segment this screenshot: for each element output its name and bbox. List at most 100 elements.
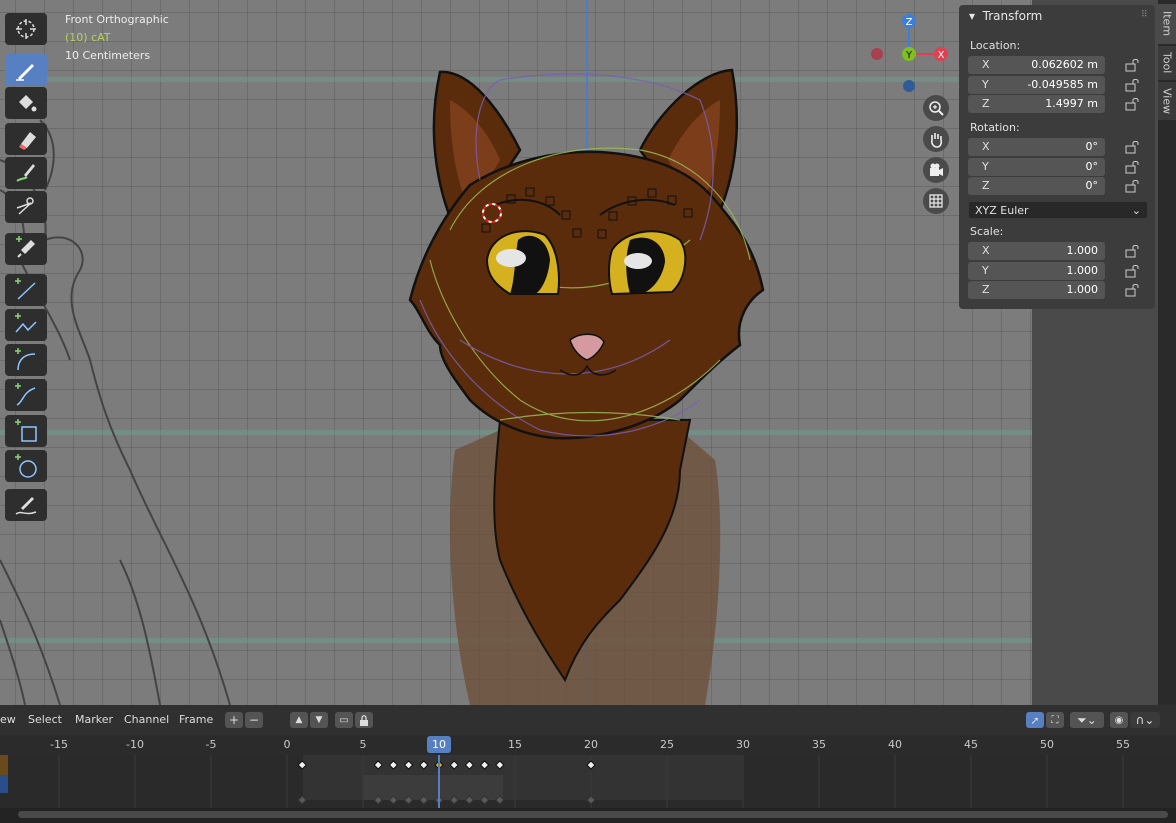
box-tool[interactable] [5, 415, 47, 447]
menu-view[interactable]: ew [0, 713, 16, 726]
menu-frame[interactable]: Frame [179, 713, 213, 726]
navigation-gizmo[interactable]: Z X Y [860, 10, 960, 100]
lock-icon[interactable] [1125, 78, 1141, 92]
cursor-icon [16, 19, 36, 39]
erase-tool[interactable] [5, 123, 47, 155]
grid-icon [929, 194, 943, 208]
lock-icon[interactable] [1125, 160, 1141, 174]
sidebar-tab-strip: Item Tool View [1158, 0, 1176, 705]
hand-icon [931, 133, 943, 148]
curve-icon [15, 383, 36, 406]
falloff-dropdown[interactable]: ∩⌄ [1130, 712, 1160, 728]
ruler-tick-label: 25 [660, 738, 674, 751]
transform-panel-header[interactable]: ▾ Transform [969, 9, 1042, 23]
lock-toggle-button[interactable] [355, 712, 373, 728]
axis-label: Z [982, 97, 990, 110]
rotation-mode-value: XYZ Euler [975, 204, 1029, 217]
rotation-mode-select[interactable]: XYZ Euler ⌄ [968, 201, 1148, 219]
canvas-scene[interactable] [0, 0, 1032, 705]
add-keyframe-button[interactable]: + [225, 712, 243, 728]
ruler-tick-label: 55 [1116, 738, 1130, 751]
zoom-button[interactable] [923, 95, 949, 121]
axis-label: X [982, 58, 990, 71]
lock-icon[interactable] [1125, 244, 1141, 258]
location-y-field[interactable]: Y -0.049585 m [968, 76, 1105, 94]
rotation-y-field[interactable]: Y 0° [968, 158, 1105, 176]
circle-icon [15, 454, 37, 478]
tab-tool[interactable]: Tool [1158, 46, 1176, 80]
move-up-button[interactable]: ▲ [290, 712, 308, 728]
lock-icon[interactable] [1125, 264, 1141, 278]
lock-icon[interactable] [1125, 58, 1141, 72]
field-value: 1.000 [1066, 244, 1099, 257]
cutter-tool[interactable] [5, 191, 47, 223]
fill-bucket-icon [19, 95, 37, 112]
chevron-down-icon: ⌄ [1131, 204, 1141, 217]
axis-label: Z [982, 283, 990, 296]
ruler-tick-label: 35 [812, 738, 826, 751]
cursor-tool[interactable] [5, 13, 47, 45]
3d-viewport[interactable]: Front Orthographic (10) cAT 10 Centimete… [0, 0, 1032, 705]
grid-scale-label: 10 Centimeters [65, 49, 151, 62]
rotation-z-field[interactable]: Z 0° [968, 177, 1105, 195]
arc-tool[interactable] [5, 344, 47, 376]
tab-item[interactable]: Item [1158, 4, 1176, 44]
tab-view[interactable]: View [1158, 82, 1176, 120]
frame-ruler[interactable]: -15-10-50510152025303540455055 10 [0, 735, 1176, 755]
pan-button[interactable] [923, 126, 949, 152]
rotation-x-field[interactable]: X 0° [968, 138, 1105, 156]
display-toggle-button[interactable]: ▭ [335, 712, 353, 728]
curve-tool[interactable] [5, 379, 47, 411]
field-value: 0° [1085, 160, 1099, 173]
location-x-field[interactable]: X 0.062602 m [968, 56, 1105, 74]
box-select-button[interactable]: ⛶ [1046, 712, 1064, 728]
line-tool[interactable] [5, 274, 47, 306]
annotate-tool[interactable] [5, 489, 47, 521]
draw-tool[interactable] [5, 54, 47, 86]
gizmo-z-label: Z [906, 17, 913, 28]
scissors-icon [16, 197, 34, 215]
scale-x-field[interactable]: X 1.000 [968, 242, 1105, 260]
proportional-icon: ◉ [1114, 714, 1124, 726]
horizontal-scrollbar[interactable] [0, 808, 1176, 823]
circle-tool[interactable] [5, 450, 47, 482]
proportional-edit-button[interactable]: ◉ [1110, 712, 1128, 728]
select-mode-button[interactable]: ➚ [1026, 712, 1044, 728]
scrollbar-thumb[interactable] [18, 811, 1168, 818]
remove-keyframe-button[interactable]: − [245, 712, 263, 728]
lock-icon[interactable] [1125, 97, 1141, 111]
ruler-tick-label: 5 [359, 738, 367, 751]
field-value: 0.062602 m [1031, 58, 1098, 71]
line-icon [15, 278, 36, 300]
location-z-field[interactable]: Z 1.4997 m [968, 95, 1105, 113]
camera-view-button[interactable] [923, 157, 949, 183]
keyframe-area[interactable] [0, 755, 1176, 808]
fill-tool[interactable] [5, 87, 47, 119]
lock-icon[interactable] [1125, 179, 1141, 193]
ortho-toggle-button[interactable] [923, 188, 949, 214]
triangle-down-icon: ▼ [315, 715, 323, 725]
current-frame-label: 10 [432, 738, 446, 751]
filter-icon: ⏷⌄ [1077, 712, 1097, 727]
scale-z-field[interactable]: Z 1.000 [968, 281, 1105, 299]
scale-label: Scale: [970, 225, 1004, 238]
polyline-tool[interactable] [5, 309, 47, 341]
scale-y-field[interactable]: Y 1.000 [968, 262, 1105, 280]
axis-label: X [982, 244, 990, 257]
box-select-icon: ⛶ [1051, 714, 1059, 726]
dopesheet-channels[interactable] [0, 755, 1176, 808]
lock-icon[interactable] [1125, 283, 1141, 297]
gizmo-x-label: X [938, 50, 945, 61]
channel-color-summary [0, 755, 8, 775]
move-down-button[interactable]: ▼ [310, 712, 328, 728]
menu-marker[interactable]: Marker [75, 713, 113, 726]
lock-icon[interactable] [1125, 140, 1141, 154]
eyedropper-tool[interactable] [5, 233, 47, 265]
cat-head [408, 150, 765, 440]
menu-select[interactable]: Select [28, 713, 62, 726]
triangle-up-icon: ▲ [295, 715, 303, 725]
tint-tool[interactable] [5, 157, 47, 189]
filter-dropdown[interactable]: ⏷⌄ [1070, 712, 1104, 728]
menu-channel[interactable]: Channel [124, 713, 169, 726]
drag-handle-icon[interactable]: ⠿ [1141, 10, 1148, 20]
